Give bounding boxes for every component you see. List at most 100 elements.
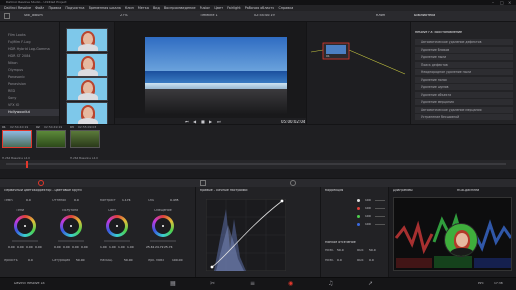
param-label: Яркость	[4, 259, 18, 262]
lut-folder-item[interactable]: Sony	[0, 95, 59, 102]
lut-folder-item[interactable]: HDR Hybrid Log-Gamma	[0, 46, 59, 53]
wheel-value[interactable]: 0.00	[35, 246, 42, 249]
channel-value[interactable]: 100	[365, 199, 371, 202]
tab-library[interactable]: Библиотека	[414, 14, 435, 17]
channel-value[interactable]: 100	[365, 207, 371, 210]
effect-item[interactable]: Автоматическое удаление дефектов	[415, 39, 513, 45]
color-wheel[interactable]	[14, 215, 36, 237]
curves-icon[interactable]	[200, 180, 206, 186]
deliver-page-icon[interactable]: ➚	[368, 280, 373, 287]
color-wheel[interactable]	[152, 215, 174, 237]
lut-folder-item[interactable]: Film Looks	[0, 32, 59, 39]
effect-item[interactable]: Поиск дефектов	[415, 61, 513, 68]
wheel-value[interactable]: 0.00	[81, 246, 88, 249]
wheel-value[interactable]: 0.00	[17, 246, 24, 249]
channel-value[interactable]: 100	[365, 215, 371, 218]
timeline-clip[interactable]	[70, 130, 100, 148]
effect-item[interactable]: Удаление объекта	[415, 91, 513, 98]
curve-editor[interactable]	[206, 199, 286, 271]
gallery-icon[interactable]	[4, 13, 10, 19]
timeline-clip[interactable]	[2, 130, 32, 148]
viewer-zoom[interactable]: 27%	[120, 14, 128, 17]
color-wheels-icon[interactable]	[38, 180, 44, 186]
wheel-value[interactable]: 1.00	[127, 246, 134, 249]
soft-clip-value[interactable]: 0.0	[337, 259, 342, 262]
master-wheel[interactable]	[58, 240, 84, 242]
lut-folder-item[interactable]: Panavision	[0, 81, 59, 88]
effect-item[interactable]: Устранение бесшовной	[415, 114, 513, 120]
wheel-value[interactable]: 0.00	[72, 246, 79, 249]
soft-clip-value[interactable]: 50.0	[337, 249, 344, 252]
effect-item[interactable]: Автоматическое удаление мерцания	[415, 106, 513, 113]
window-icon[interactable]	[290, 180, 296, 186]
wheel-value[interactable]: 0.00	[26, 246, 33, 249]
lut-folder-item[interactable]: VFX IO	[0, 102, 59, 109]
scope-mode[interactable]: RGB-дисплей	[457, 189, 479, 192]
wheel-value[interactable]: 24.72	[155, 246, 164, 249]
cut-page-icon[interactable]: ✂	[210, 280, 215, 287]
param-value[interactable]: 0.0	[26, 199, 31, 202]
channel-value[interactable]: 100	[365, 223, 371, 226]
channel-slider[interactable]	[375, 200, 385, 201]
tab-clip[interactable]: Клип	[376, 14, 385, 17]
channel-slider[interactable]	[375, 208, 385, 209]
node-label[interactable]: 01	[326, 55, 330, 58]
wheel-puck[interactable]	[70, 225, 72, 227]
wheel-puck[interactable]	[24, 225, 26, 227]
wheel-value[interactable]: 0.00	[63, 246, 70, 249]
still-thumbnail[interactable]	[66, 28, 108, 52]
color-page-icon[interactable]: ◉	[288, 280, 293, 287]
wheel-value[interactable]: 1.00	[109, 246, 116, 249]
edit-page-icon[interactable]: ≡	[250, 280, 255, 287]
still-thumbnail[interactable]	[66, 52, 108, 77]
media-page-icon[interactable]: ▦	[170, 280, 176, 287]
lut-folder-item[interactable]: Olympus	[0, 67, 59, 74]
wheel-value[interactable]: 1.00	[100, 246, 107, 249]
playhead[interactable]	[26, 161, 28, 168]
wheel-value[interactable]: 0.00	[8, 246, 15, 249]
still-thumbnail[interactable]	[66, 101, 108, 126]
soft-clip-value[interactable]: 0.0	[369, 259, 374, 262]
wheel-value[interactable]: 25.61	[146, 246, 155, 249]
color-wheel[interactable]	[60, 215, 82, 237]
wheels-mode[interactable]: Первичный цветокорректор - Цветовые круг…	[4, 189, 82, 192]
wheel-puck[interactable]	[116, 225, 118, 227]
viewer-frame[interactable]	[145, 37, 287, 114]
effect-item[interactable]: Удаление пыли	[415, 54, 513, 60]
timeline-ruler[interactable]	[0, 160, 516, 169]
effect-item[interactable]: Неоднородное удаление пыли	[415, 69, 513, 75]
param-value[interactable]: 1.174	[122, 199, 131, 202]
param-value[interactable]: 0.0	[74, 199, 79, 202]
effect-item[interactable]: Удаление мерцания	[415, 99, 513, 105]
master-wheel[interactable]	[12, 240, 38, 242]
color-wheel[interactable]	[106, 215, 128, 237]
album-name[interactable]: Still_album	[24, 14, 43, 17]
timeline-selector[interactable]: Timeline 1	[200, 14, 218, 17]
effect-item[interactable]: Удаление бликов	[415, 46, 513, 53]
master-wheel[interactable]	[104, 240, 130, 242]
wheel-value[interactable]: 25.74	[164, 246, 173, 249]
param-value[interactable]: 50.00	[124, 259, 133, 262]
channel-slider[interactable]	[375, 216, 385, 217]
still-thumbnail[interactable]	[66, 77, 108, 101]
effect-item[interactable]: Удаление шумов	[415, 84, 513, 90]
fairlight-page-icon[interactable]: ♫	[328, 280, 333, 287]
wheel-value[interactable]: 0.00	[54, 246, 61, 249]
lut-folder-item[interactable]: Panasonic	[0, 74, 59, 81]
lut-folder-item[interactable]: Fujifilm F-Log	[0, 39, 59, 46]
lut-folder-item[interactable]: Nikon	[0, 60, 59, 67]
param-value[interactable]: 100.00	[172, 259, 183, 262]
effect-item[interactable]: Удаление полос	[415, 76, 513, 83]
timeline-clip[interactable]	[36, 130, 66, 148]
param-value[interactable]: 0.435	[170, 199, 179, 202]
param-value[interactable]: 50.00	[76, 259, 85, 262]
param-value[interactable]: 0.0	[28, 259, 33, 262]
wheel-puck[interactable]	[162, 225, 164, 227]
lut-folder-item[interactable]: HDR ST 2084	[0, 53, 59, 60]
lut-folder-item[interactable]: RED	[0, 88, 59, 95]
channel-slider[interactable]	[375, 224, 385, 225]
lut-folder-item[interactable]: Hollywoodlut	[0, 109, 59, 116]
soft-clip-value[interactable]: 50.0	[369, 249, 376, 252]
master-wheel[interactable]	[150, 240, 176, 242]
wheel-value[interactable]: 1.00	[118, 246, 125, 249]
